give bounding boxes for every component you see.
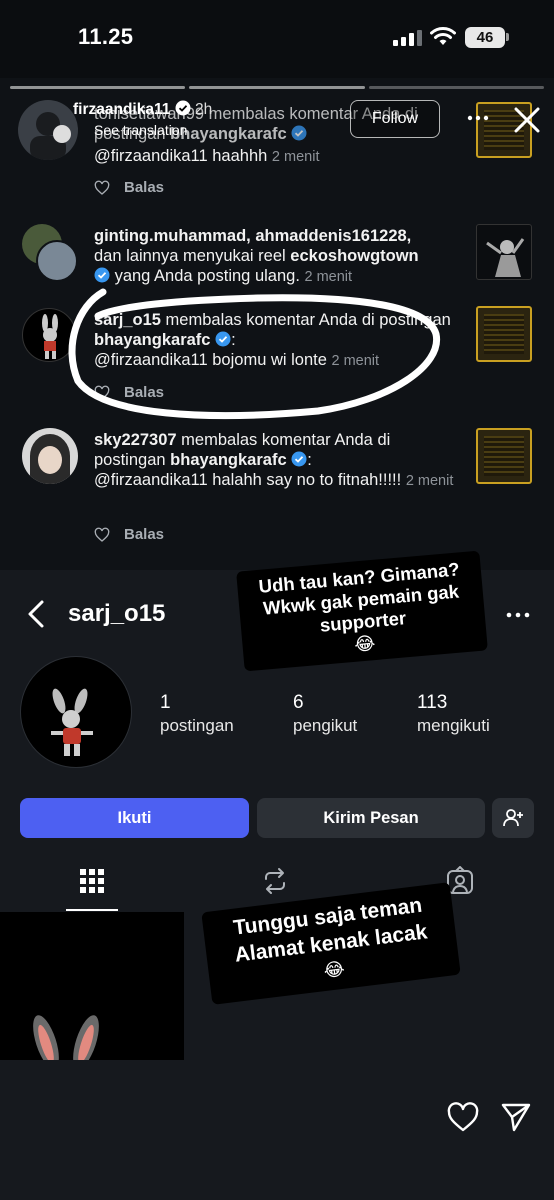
battery-indicator: 46 <box>465 27 505 48</box>
close-icon[interactable] <box>511 104 543 136</box>
reels-icon <box>265 868 285 894</box>
verified-icon <box>291 125 307 141</box>
verified-icon <box>94 267 110 283</box>
add-user-icon <box>503 809 523 827</box>
follow-button[interactable]: Follow <box>350 100 440 138</box>
avatar <box>22 428 78 484</box>
notification-text: sky227307 membalas komentar Anda di post… <box>94 431 454 489</box>
text-sticker: Udh tau kan? Gimana? Wkwk gak pemain gak… <box>236 550 488 672</box>
send-icon[interactable] <box>500 1102 532 1132</box>
reply-button[interactable]: Balas <box>94 179 164 196</box>
tab-grid[interactable] <box>75 864 109 898</box>
more-icon[interactable] <box>466 106 490 130</box>
heart-icon[interactable] <box>94 527 110 543</box>
heart-icon[interactable] <box>447 1102 479 1132</box>
post-tile[interactable] <box>0 912 184 1060</box>
back-arrow-icon[interactable] <box>24 598 48 630</box>
see-translation-link[interactable]: See translation <box>94 122 187 138</box>
cellular-signal-icon <box>393 30 422 46</box>
follow-profile-button[interactable]: Ikuti <box>20 798 249 838</box>
verified-icon <box>175 100 191 116</box>
tab-reposts[interactable] <box>258 864 292 898</box>
avatar <box>36 240 78 282</box>
profile-avatar[interactable] <box>20 656 132 768</box>
notification-text: ginting.muhammad, ahmaddenis161228, dan … <box>94 227 419 285</box>
heart-icon[interactable] <box>94 385 110 401</box>
grid-icon <box>80 869 104 893</box>
story-screen: 11.25 46 tonisetiawan99 membalas komenta… <box>0 0 554 1200</box>
stat-posts[interactable]: 1 postingan <box>160 692 234 736</box>
story-username[interactable]: firzaandika11 2h <box>73 100 212 119</box>
post-thumbnail[interactable] <box>476 428 532 484</box>
verified-icon <box>291 451 307 467</box>
wifi-icon <box>430 27 456 45</box>
reel-thumbnail[interactable] <box>476 224 532 280</box>
message-button[interactable]: Kirim Pesan <box>257 798 485 838</box>
stat-followers[interactable]: 6 pengikut <box>293 692 357 736</box>
suggested-users-button[interactable] <box>492 798 534 838</box>
status-bar: 11.25 46 <box>0 0 554 78</box>
reply-button[interactable]: Balas <box>94 526 164 543</box>
active-tab-indicator <box>66 909 118 911</box>
reply-button[interactable]: Balas <box>94 384 164 401</box>
more-icon[interactable] <box>505 605 531 625</box>
profile-username: sarj_o15 <box>68 600 166 627</box>
stat-following[interactable]: 113 mengikuti <box>417 692 490 736</box>
notification-text: sarj_o15 membalas komentar Anda di posti… <box>94 311 451 369</box>
battery-tip <box>506 33 509 41</box>
story-progress-bar <box>10 86 544 89</box>
avatar <box>22 308 76 362</box>
heart-icon[interactable] <box>94 180 110 196</box>
verified-icon <box>215 331 231 347</box>
avatar <box>18 100 78 160</box>
post-thumbnail[interactable] <box>476 306 532 362</box>
clock: 11.25 <box>78 24 134 49</box>
notification-body: @firzaandika11 haahhh 2 menit <box>94 147 320 165</box>
